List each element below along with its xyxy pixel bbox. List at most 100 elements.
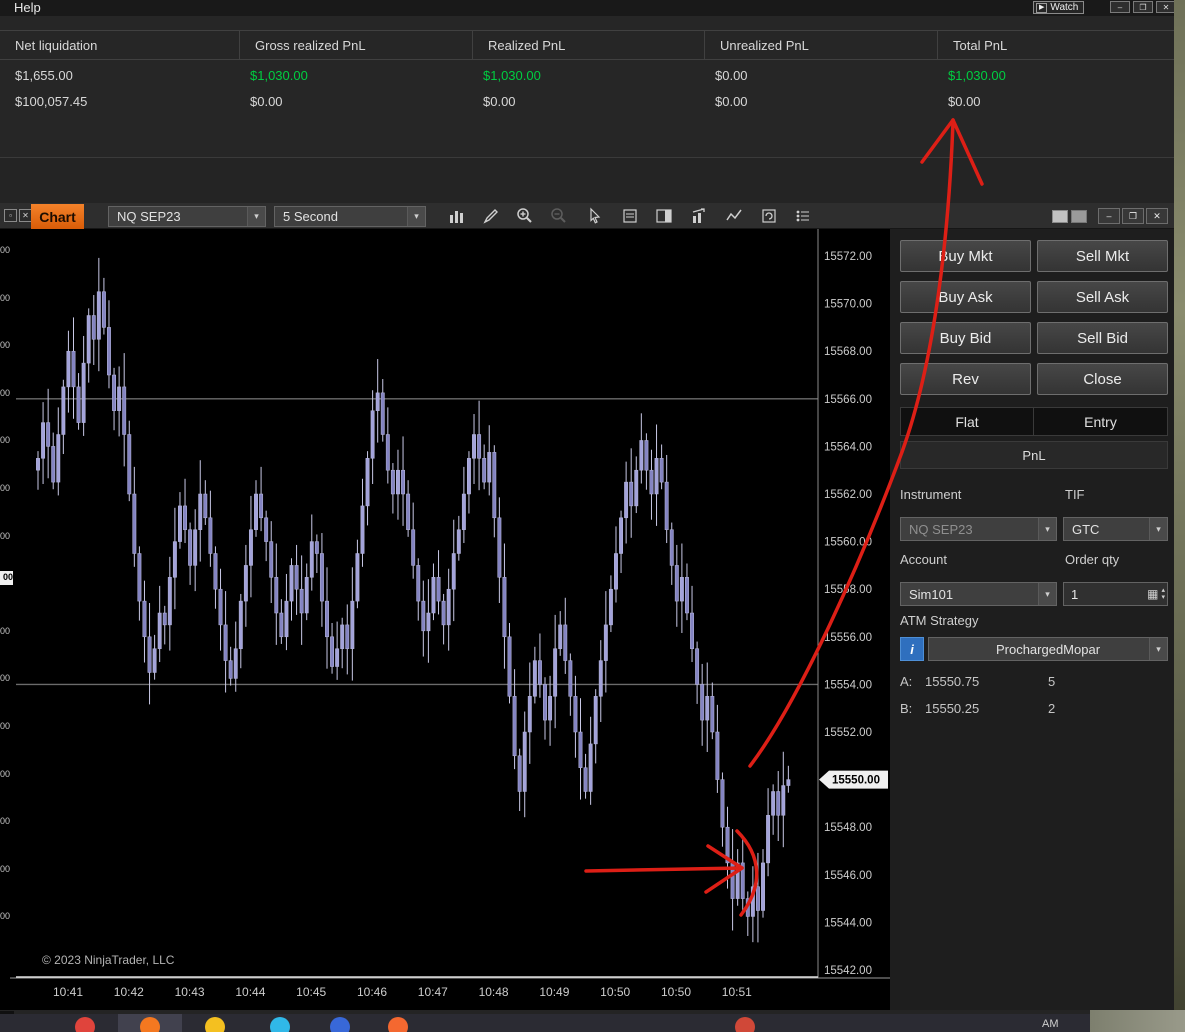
- svg-text:10:44: 10:44: [235, 985, 265, 999]
- svg-text:15542.00: 15542.00: [824, 965, 872, 977]
- svg-text:10:48: 10:48: [479, 985, 509, 999]
- taskbar-icon-6[interactable]: [388, 1017, 408, 1032]
- watch-button[interactable]: ▶ Watch: [1033, 1, 1084, 14]
- taskbar: AM: [0, 1014, 1090, 1032]
- panel-instrument-combo[interactable]: NQ SEP23 ▾: [900, 517, 1057, 541]
- calculator-icon[interactable]: ▦: [1147, 587, 1158, 601]
- watch-label: Watch: [1050, 2, 1078, 13]
- properties-icon[interactable]: [791, 206, 815, 226]
- svg-text:15564.00: 15564.00: [824, 441, 872, 453]
- chevron-down-icon: ▾: [1149, 638, 1167, 660]
- taskbar-icon-3[interactable]: [205, 1017, 225, 1032]
- atm-info-icon[interactable]: i: [900, 637, 924, 661]
- app-maximize-button[interactable]: ❐: [1133, 1, 1153, 13]
- column-header-realized-pnl[interactable]: Realized PnL: [473, 30, 705, 60]
- taskbar-icon-7[interactable]: [735, 1017, 755, 1032]
- taskbar-icon-1[interactable]: [75, 1017, 95, 1032]
- close-button[interactable]: Close: [1037, 363, 1168, 395]
- buy-mkt-button[interactable]: Buy Mkt: [900, 240, 1031, 272]
- chart-close-button[interactable]: ✕: [1146, 208, 1168, 224]
- app-minimize-button[interactable]: –: [1110, 1, 1130, 13]
- layout-toggle-icon-2[interactable]: [1071, 210, 1087, 223]
- chart-trader-panel: Buy Mkt Sell Mkt Buy Ask Sell Ask Buy Bi…: [893, 229, 1174, 1010]
- behind-chart-price-label: 00: [0, 673, 10, 683]
- taskbar-icon-2[interactable]: [140, 1017, 160, 1032]
- account-pnl-window: Net liquidation Gross realized PnL Reali…: [0, 16, 1174, 158]
- chart-title-bar: ▫ ✕ Chart NQ SEP23 ▾ 5 Second ▾: [0, 203, 1174, 229]
- taskbar-icon-5[interactable]: [330, 1017, 350, 1032]
- desktop-edge: [1174, 0, 1185, 1032]
- buy-bid-button[interactable]: Buy Bid: [900, 322, 1031, 354]
- line-tools-icon[interactable]: [722, 206, 746, 226]
- taskbar-tray-text[interactable]: AM: [1042, 1018, 1059, 1030]
- qty-up-icon[interactable]: ▴: [1161, 587, 1165, 594]
- behind-chart-price-label: 00: [0, 769, 10, 779]
- total-pnl-value: $1,030.00: [948, 68, 1006, 83]
- layout-toggle-icon[interactable]: [1052, 210, 1068, 223]
- behind-chart-price-strip: 0000000000000000000000000000: [0, 229, 10, 1010]
- svg-text:15554.00: 15554.00: [824, 679, 872, 691]
- net-liquidation-value-2: $100,057.45: [15, 94, 87, 109]
- column-header-net-liquidation[interactable]: Net liquidation: [0, 30, 240, 60]
- chart-minimize-button[interactable]: –: [1098, 208, 1120, 224]
- svg-text:15566.00: 15566.00: [824, 394, 872, 406]
- behind-chart-price-label: 00: [0, 293, 10, 303]
- chart-maximize-button[interactable]: ❐: [1122, 208, 1144, 224]
- data-box-icon[interactable]: [618, 206, 642, 226]
- row-b-qty: 2: [1048, 701, 1055, 716]
- chart-trader-icon[interactable]: [652, 206, 676, 226]
- column-header-gross-realized-pnl[interactable]: Gross realized PnL: [240, 30, 473, 60]
- realized-pnl-value: $1,030.00: [483, 68, 541, 83]
- atm-strategy-combo[interactable]: ProchargedMopar ▾: [928, 637, 1168, 661]
- menu-help[interactable]: Help: [14, 0, 41, 15]
- cursor-icon[interactable]: [583, 206, 607, 226]
- column-header-total-pnl[interactable]: Total PnL: [938, 30, 1174, 60]
- price-chart[interactable]: 15572.0015570.0015568.0015566.0015564.00…: [10, 229, 890, 1010]
- copyright-text: © 2023 NinjaTrader, LLC: [42, 953, 174, 967]
- svg-text:10:50: 10:50: [661, 985, 691, 999]
- qty-down-icon[interactable]: ▾: [1161, 594, 1165, 601]
- atm-strategy-value: ProchargedMopar: [996, 642, 1100, 657]
- app-close-button[interactable]: ✕: [1156, 1, 1176, 13]
- zoom-in-icon[interactable]: [513, 206, 537, 226]
- chart-style-icon[interactable]: [445, 206, 469, 226]
- instrument-label: Instrument: [900, 487, 961, 502]
- column-header-unrealized-pnl[interactable]: Unrealized PnL: [705, 30, 938, 60]
- behind-chart-price-label: 00: [0, 245, 10, 255]
- reload-icon[interactable]: [757, 206, 781, 226]
- sell-ask-button[interactable]: Sell Ask: [1037, 281, 1168, 313]
- zoom-out-icon[interactable]: [547, 206, 571, 226]
- tif-combo[interactable]: GTC ▾: [1063, 517, 1168, 541]
- indicators-icon[interactable]: [687, 206, 711, 226]
- behind-chart-price-label: 00: [0, 911, 10, 921]
- instrument-combo[interactable]: NQ SEP23 ▾: [108, 206, 266, 227]
- entry-cell[interactable]: Entry: [1033, 407, 1168, 436]
- svg-text:15572.00: 15572.00: [824, 251, 872, 263]
- svg-text:10:46: 10:46: [357, 985, 387, 999]
- net-liquidation-value: $1,655.00: [15, 68, 73, 83]
- interval-combo[interactable]: 5 Second ▾: [274, 206, 426, 227]
- taskbar-icon-4[interactable]: [270, 1017, 290, 1032]
- account-label: Account: [900, 552, 947, 567]
- unrealized-pnl-value-2: $0.00: [715, 94, 748, 109]
- sell-bid-button[interactable]: Sell Bid: [1037, 322, 1168, 354]
- drawing-tools-icon[interactable]: [479, 206, 503, 226]
- tif-label: TIF: [1065, 487, 1085, 502]
- behind-window-icon[interactable]: ▫: [4, 209, 17, 222]
- chart-tab[interactable]: Chart: [31, 204, 84, 229]
- quantity-stepper[interactable]: 1 ▦ ▴ ▾: [1063, 582, 1168, 606]
- behind-chart-price-label: 00: [0, 864, 10, 874]
- buy-ask-button[interactable]: Buy Ask: [900, 281, 1031, 313]
- svg-text:15552.00: 15552.00: [824, 727, 872, 739]
- account-combo[interactable]: Sim101 ▾: [900, 582, 1057, 606]
- order-qty-value: 1: [1064, 587, 1147, 602]
- pnl-display-bar[interactable]: PnL: [900, 441, 1168, 469]
- sell-mkt-button[interactable]: Sell Mkt: [1037, 240, 1168, 272]
- gross-realized-pnl-value-2: $0.00: [250, 94, 283, 109]
- rev-button[interactable]: Rev: [900, 363, 1031, 395]
- svg-text:15550.00: 15550.00: [832, 775, 880, 787]
- svg-text:10:50: 10:50: [600, 985, 630, 999]
- behind-chart-price-label: 00: [0, 340, 10, 350]
- flat-cell[interactable]: Flat: [900, 407, 1034, 436]
- order-qty-label: Order qty: [1065, 552, 1119, 567]
